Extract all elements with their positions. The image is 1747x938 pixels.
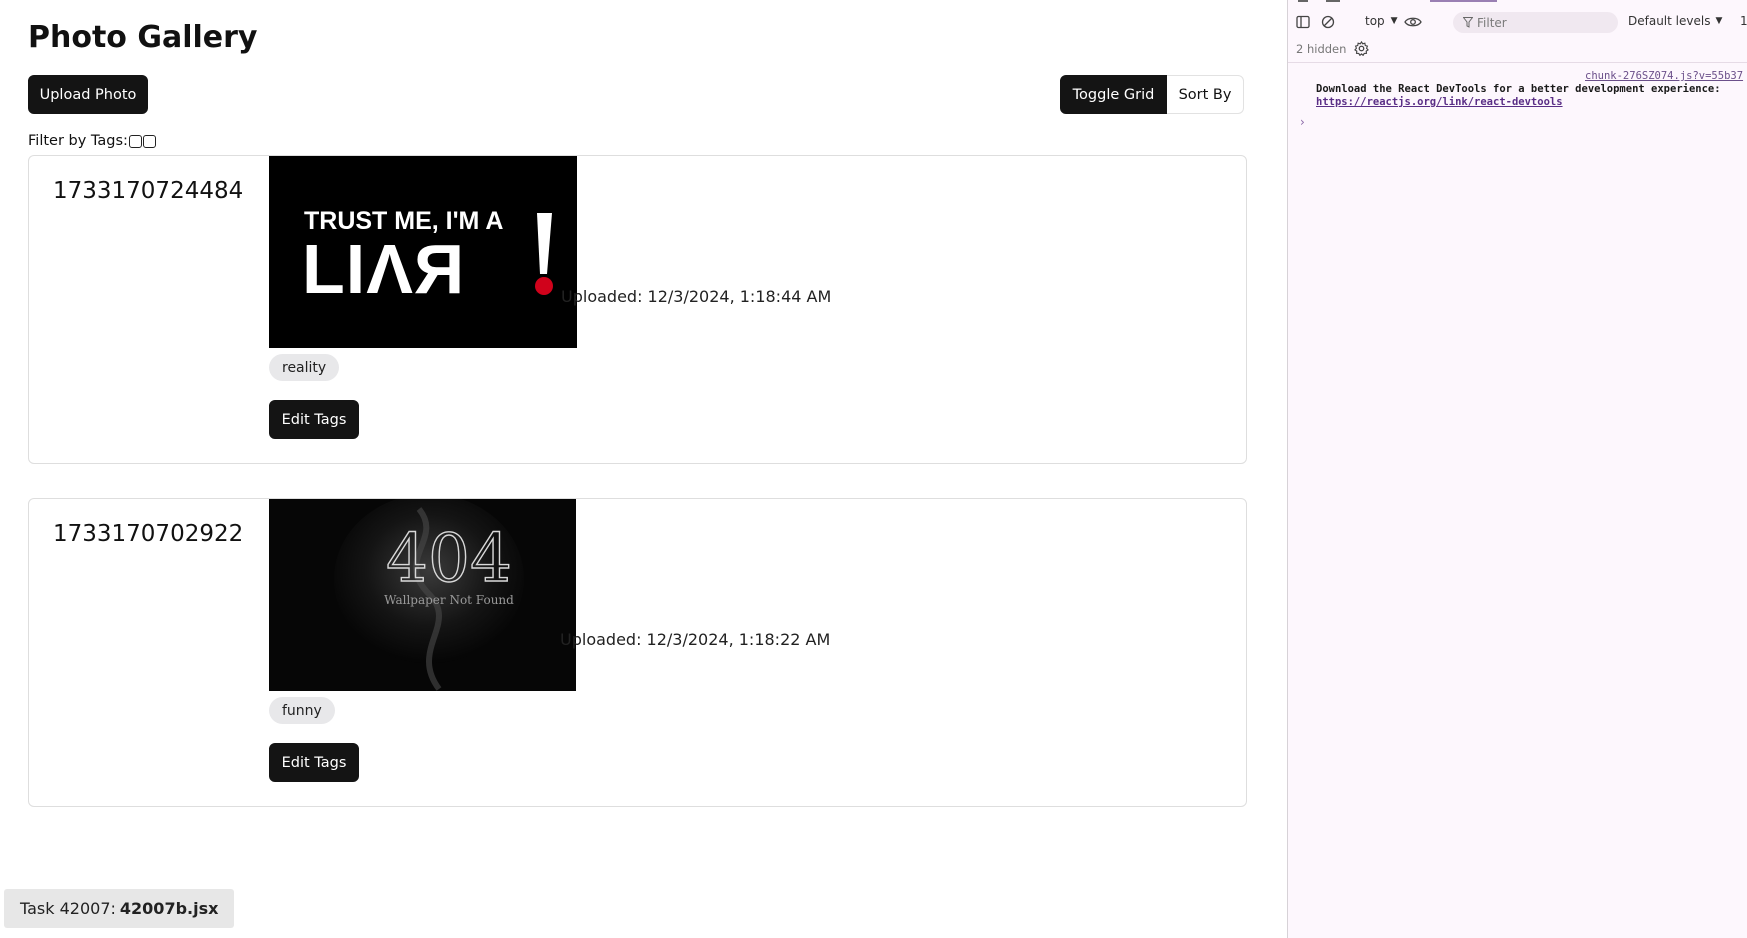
edit-tags-button[interactable]: Edit Tags — [269, 400, 359, 439]
tag-chip: reality — [269, 354, 340, 381]
console-filter-input[interactable]: Filter — [1453, 12, 1618, 33]
log-levels-dropdown[interactable]: Default levels ▼ — [1628, 14, 1722, 28]
chevron-down-icon: ▼ — [1715, 16, 1723, 26]
clear-console-icon[interactable] — [1321, 15, 1335, 29]
console-prompt-chevron-icon[interactable]: › — [1300, 115, 1305, 129]
photo-gallery-app: Photo Gallery Upload Photo Toggle Grid S… — [0, 0, 1287, 938]
filter-icon — [1463, 17, 1473, 28]
toolbar-divider — [1288, 62, 1747, 63]
context-label: top — [1365, 14, 1385, 28]
photo-image: TRUST ME, I'M A LIΛЯ — [269, 156, 577, 348]
context-selector[interactable]: top ▼ — [1365, 14, 1398, 28]
task-file: 42007b.jsx — [119, 899, 219, 918]
photo-id: 1733170724484 — [53, 178, 244, 204]
tag-chip: funny — [269, 697, 335, 724]
photo-card: 1733170724484 TRUST ME, I'M A LIΛЯ Uploa… — [28, 155, 1247, 464]
filter-label: Filter by Tags: — [28, 133, 128, 149]
levels-label: Default levels — [1628, 14, 1711, 28]
tag-filter-checkbox[interactable] — [128, 134, 142, 148]
filter-placeholder: Filter — [1477, 15, 1507, 30]
chevron-down-icon: ▼ — [1390, 16, 1398, 26]
svg-text:LIΛЯ: LIΛЯ — [302, 230, 465, 308]
photo-id: 1733170702922 — [53, 521, 244, 547]
sort-by-button[interactable]: Sort By — [1167, 75, 1244, 114]
hidden-messages-count: 2 hidden — [1296, 42, 1347, 56]
devtools-tab-indicator — [1298, 0, 1308, 2]
view-controls: Toggle Grid Sort By — [1060, 75, 1244, 114]
devtools-console: top ▼ Filter Default levels ▼ 1 2 hidden… — [1287, 0, 1747, 938]
tag-filter-checkbox[interactable] — [142, 134, 156, 148]
photo-card: 1733170702922 404 Wallpaper Not Found Up… — [28, 498, 1247, 807]
issues-count[interactable]: 1 — [1740, 14, 1747, 28]
svg-text:Wallpaper Not Found: Wallpaper Not Found — [384, 593, 514, 607]
liar-image: TRUST ME, I'M A LIΛЯ — [269, 156, 577, 348]
tag-filter: Filter by Tags: — [28, 133, 156, 149]
devtools-tab-indicator — [1326, 0, 1340, 2]
upload-date: Uploaded: 12/3/2024, 1:18:22 AM — [560, 630, 831, 649]
gear-icon[interactable] — [1354, 41, 1369, 56]
404-image: 404 Wallpaper Not Found — [269, 499, 576, 691]
upload-date: Uploaded: 12/3/2024, 1:18:44 AM — [561, 287, 832, 306]
eye-icon[interactable] — [1404, 15, 1422, 29]
console-message: Download the React DevTools for a better… — [1316, 83, 1721, 95]
message-source-link[interactable]: chunk-276SZ074.js?v=55b37 — [1585, 70, 1743, 82]
page-title: Photo Gallery — [28, 20, 258, 55]
upload-photo-button[interactable]: Upload Photo — [28, 75, 148, 114]
svg-text:404: 404 — [386, 520, 512, 597]
task-badge: Task 42007: 42007b.jsx — [4, 889, 235, 928]
active-tab-underline — [1430, 0, 1497, 2]
edit-tags-button[interactable]: Edit Tags — [269, 743, 359, 782]
toggle-grid-button[interactable]: Toggle Grid — [1060, 75, 1167, 114]
react-devtools-link[interactable]: https://reactjs.org/link/react-devtools — [1316, 96, 1563, 108]
task-label: Task 42007: — [20, 899, 116, 918]
sidebar-toggle-icon[interactable] — [1296, 15, 1310, 29]
photo-image: 404 Wallpaper Not Found — [269, 499, 576, 691]
